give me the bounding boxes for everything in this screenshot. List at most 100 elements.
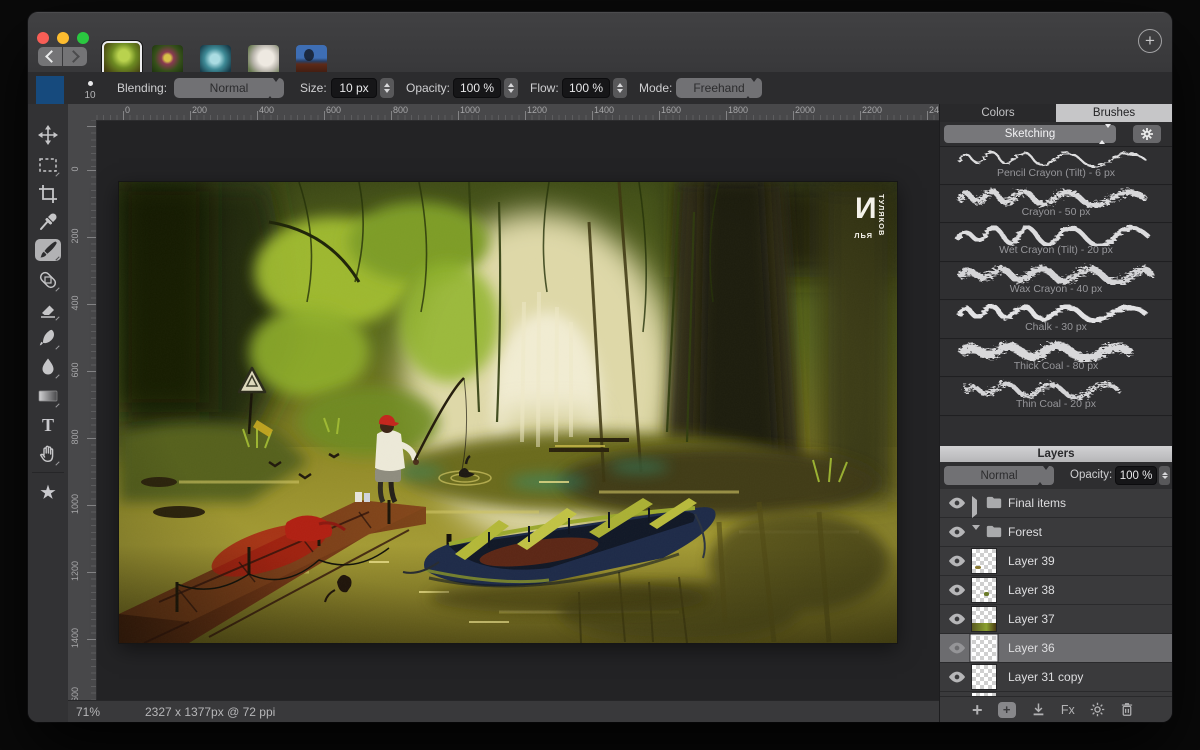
visibility-eye-icon[interactable] [948,526,966,538]
visibility-eye-icon[interactable] [948,555,966,567]
canvas-painting[interactable]: И ТУЛЯКОВ ЛЬЯ [119,182,897,643]
visibility-eye-icon[interactable] [948,497,966,509]
adjustments-button[interactable] [1090,700,1105,720]
chevron-updown-icon [1099,128,1111,140]
hand-icon [38,444,58,464]
tab-brushes[interactable]: Brushes [1056,104,1172,122]
artist-signature-bottom: ЛЬЯ [854,230,873,240]
back-button[interactable] [38,47,62,66]
brush-item[interactable]: Pencil Crayon (Tilt) - 6 px [940,147,1172,185]
delete-layer-button[interactable] [1120,700,1134,720]
layer-row[interactable]: Layer 31 copy [940,663,1172,692]
text-tool[interactable]: T [35,413,61,437]
brush-size-preview: 10 [82,72,98,104]
move-tool[interactable] [35,123,61,147]
heal-tool[interactable] [35,268,61,292]
new-document-button[interactable]: + [1138,29,1162,53]
eyedropper-tool[interactable] [35,210,61,234]
layer-row-group[interactable]: Forest [940,518,1172,547]
brush-category-dropdown[interactable]: Sketching [944,125,1116,143]
flow-stepper[interactable] [613,78,627,98]
mode-dropdown[interactable]: Freehand [676,78,762,98]
brush-item[interactable]: Wax Crayon - 40 px [940,263,1172,301]
blending-label: Blending: [117,81,167,95]
brush-item[interactable]: Wet Crayon (Tilt) - 20 px [940,224,1172,262]
forward-button[interactable] [63,47,87,66]
flow-label: Flow: [530,81,559,95]
chevron-updown-icon [1037,470,1049,482]
document-dimensions: 2327 x 1377px @ 72 ppi [145,705,275,719]
panel-tabs: Colors Brushes [940,104,1172,122]
brush-item[interactable]: Crayon - 50 px [940,186,1172,224]
mode-label: Mode: [639,81,672,95]
flow-field[interactable]: 100 % [562,78,610,98]
gradient-icon [38,389,58,403]
brush-stroke-preview [951,263,1161,285]
layer-opacity-label: Opacity: [1070,469,1112,481]
gradient-tool[interactable] [35,384,61,408]
vertical-ruler: 0 200 400 600 800 1000 1200 1400 1600 [68,120,97,700]
layer-opacity-field[interactable]: 100 % [1115,466,1157,485]
brush-stroke-preview [951,417,1161,439]
layers-header: Layers [940,446,1172,462]
layer-thumbnail [972,607,996,631]
brush-item[interactable]: Thin Coal - 20 px [940,378,1172,416]
horizontal-ruler: 0 200 400 600 800 1000 1200 1400 1600 18… [96,104,940,121]
brush-item-partial[interactable] [940,417,1172,447]
disclosure-chevron-icon[interactable] [972,500,977,514]
eraser-icon [38,300,58,318]
brush-options-bar: 10 Blending: Normal Size: 10 px Opacity:… [28,72,1172,105]
folder-icon [986,496,1002,509]
layer-row[interactable]: Layer 39 [940,547,1172,576]
shapes-tool[interactable]: ★ [35,480,61,504]
brush-tool[interactable] [35,239,61,261]
layer-effects-button[interactable]: Fx [1061,700,1075,720]
brush-item[interactable]: Thick Coal - 80 px [940,340,1172,378]
smudge-tool[interactable] [35,326,61,350]
sun-icon [1090,702,1105,717]
marquee-select-tool[interactable] [35,153,61,177]
eraser-tool[interactable] [35,297,61,321]
layers-bottom-toolbar: + + Fx [940,696,1172,722]
chevron-updown-icon [745,82,757,96]
tab-colors[interactable]: Colors [940,104,1056,122]
layer-opacity-stepper[interactable] [1159,466,1170,485]
visibility-eye-icon[interactable] [948,671,966,683]
star-icon: ★ [40,484,55,501]
layer-row-group[interactable]: Final items [940,489,1172,518]
disclosure-chevron-icon[interactable] [972,530,980,544]
color-swatch[interactable] [36,76,64,104]
brush-category-row: Sketching [940,122,1172,147]
layer-thumbnail [972,636,996,660]
fullscreen-button[interactable] [77,32,89,44]
size-stepper[interactable] [380,78,394,98]
visibility-eye-icon[interactable] [948,584,966,596]
right-panel: Colors Brushes Sketching [939,104,1172,722]
layer-row[interactable]: Layer 37 [940,605,1172,634]
layer-row-selected[interactable]: Layer 36 [940,634,1172,663]
move-icon [38,125,58,145]
visibility-eye-icon[interactable] [948,642,966,654]
ruler-corner [68,104,97,121]
layer-thumbnail [972,665,996,689]
crop-tool[interactable] [35,182,61,206]
brush-stroke-preview [951,147,1161,169]
opacity-field[interactable]: 100 % [453,78,501,98]
blur-tool[interactable] [35,355,61,379]
add-group-button[interactable]: + [998,702,1016,718]
hand-tool[interactable] [35,442,61,466]
add-layer-button[interactable]: + [972,700,983,720]
blending-dropdown[interactable]: Normal [174,78,284,98]
brush-settings-button[interactable] [1133,125,1161,143]
size-field[interactable]: 10 px [331,78,377,98]
trash-icon [1120,702,1134,717]
layer-row[interactable]: Layer 38 [940,576,1172,605]
brush-stroke-preview [951,301,1161,323]
opacity-stepper[interactable] [504,78,518,98]
minimize-button[interactable] [57,32,69,44]
brush-item[interactable]: Chalk - 30 px [940,301,1172,339]
visibility-eye-icon[interactable] [948,613,966,625]
layer-blend-dropdown[interactable]: Normal [944,466,1054,485]
import-layer-button[interactable] [1031,700,1046,720]
close-button[interactable] [37,32,49,44]
